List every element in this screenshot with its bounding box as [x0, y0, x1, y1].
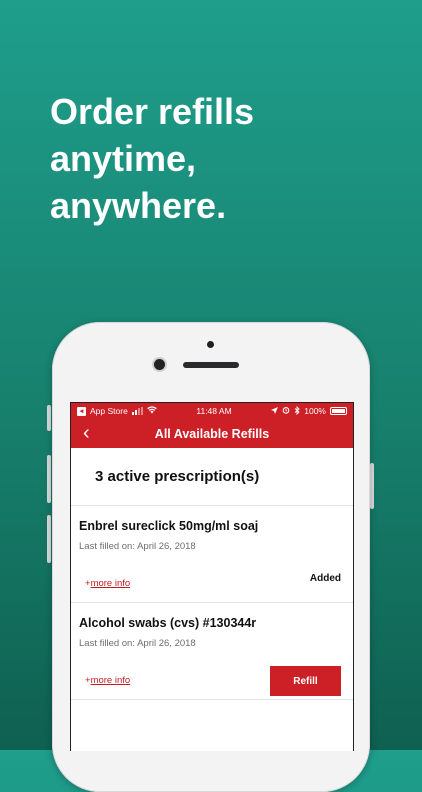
headline-line-2: anytime, [50, 138, 197, 179]
phone-volume-up-button [47, 455, 51, 503]
active-prescriptions-count: 3 active prescription(s) [71, 448, 353, 506]
more-info-link-text[interactable]: more info [91, 578, 131, 589]
phone-volume-down-button [47, 515, 51, 563]
status-carrier[interactable]: App Store [90, 406, 128, 416]
earpiece-speaker [183, 362, 239, 368]
back-to-app-icon[interactable]: ◂ [77, 406, 86, 416]
refill-button[interactable]: Refill [270, 666, 341, 696]
prescription-name: Enbrel sureclick 50mg/ml soaj [79, 519, 259, 533]
nav-bar: ‹ All Available Refills [71, 419, 353, 448]
more-info-link[interactable]: +more info [85, 675, 130, 686]
proximity-sensor [207, 341, 214, 348]
more-info-link-text[interactable]: more info [91, 675, 131, 686]
page-title: All Available Refills [154, 426, 270, 441]
status-time: 11:48 AM [196, 406, 232, 416]
more-info-link[interactable]: +more info [85, 578, 130, 589]
app-screen: ◂ App Store 11:48 AM 100% ‹ All Availabl… [70, 402, 354, 751]
back-chevron-icon[interactable]: ‹ [83, 423, 90, 443]
phone-power-button [370, 463, 374, 509]
last-filled-date: Last filled on: April 26, 2018 [79, 541, 196, 552]
added-status-label: Added [309, 573, 341, 584]
last-filled-date: Last filled on: April 26, 2018 [79, 638, 196, 649]
bluetooth-icon [294, 405, 300, 417]
location-arrow-icon [271, 406, 279, 416]
phone-mute-switch [47, 405, 51, 431]
list-item: Enbrel sureclick 50mg/ml soaj Last fille… [71, 506, 353, 603]
alarm-icon [282, 406, 290, 416]
marketing-headline: Order refills anytime, anywhere. [50, 88, 390, 229]
signal-icon [131, 407, 143, 415]
list-item: Alcohol swabs (cvs) #130344r Last filled… [71, 603, 353, 700]
headline-line-3: anywhere. [50, 185, 227, 226]
prescription-name: Alcohol swabs (cvs) #130344r [79, 616, 257, 630]
headline-line-1: Order refills [50, 91, 255, 132]
status-bar: ◂ App Store 11:48 AM 100% [71, 403, 353, 419]
battery-icon [329, 407, 347, 415]
battery-percent: 100% [304, 406, 326, 416]
wifi-icon [147, 406, 157, 416]
front-camera [154, 359, 165, 370]
